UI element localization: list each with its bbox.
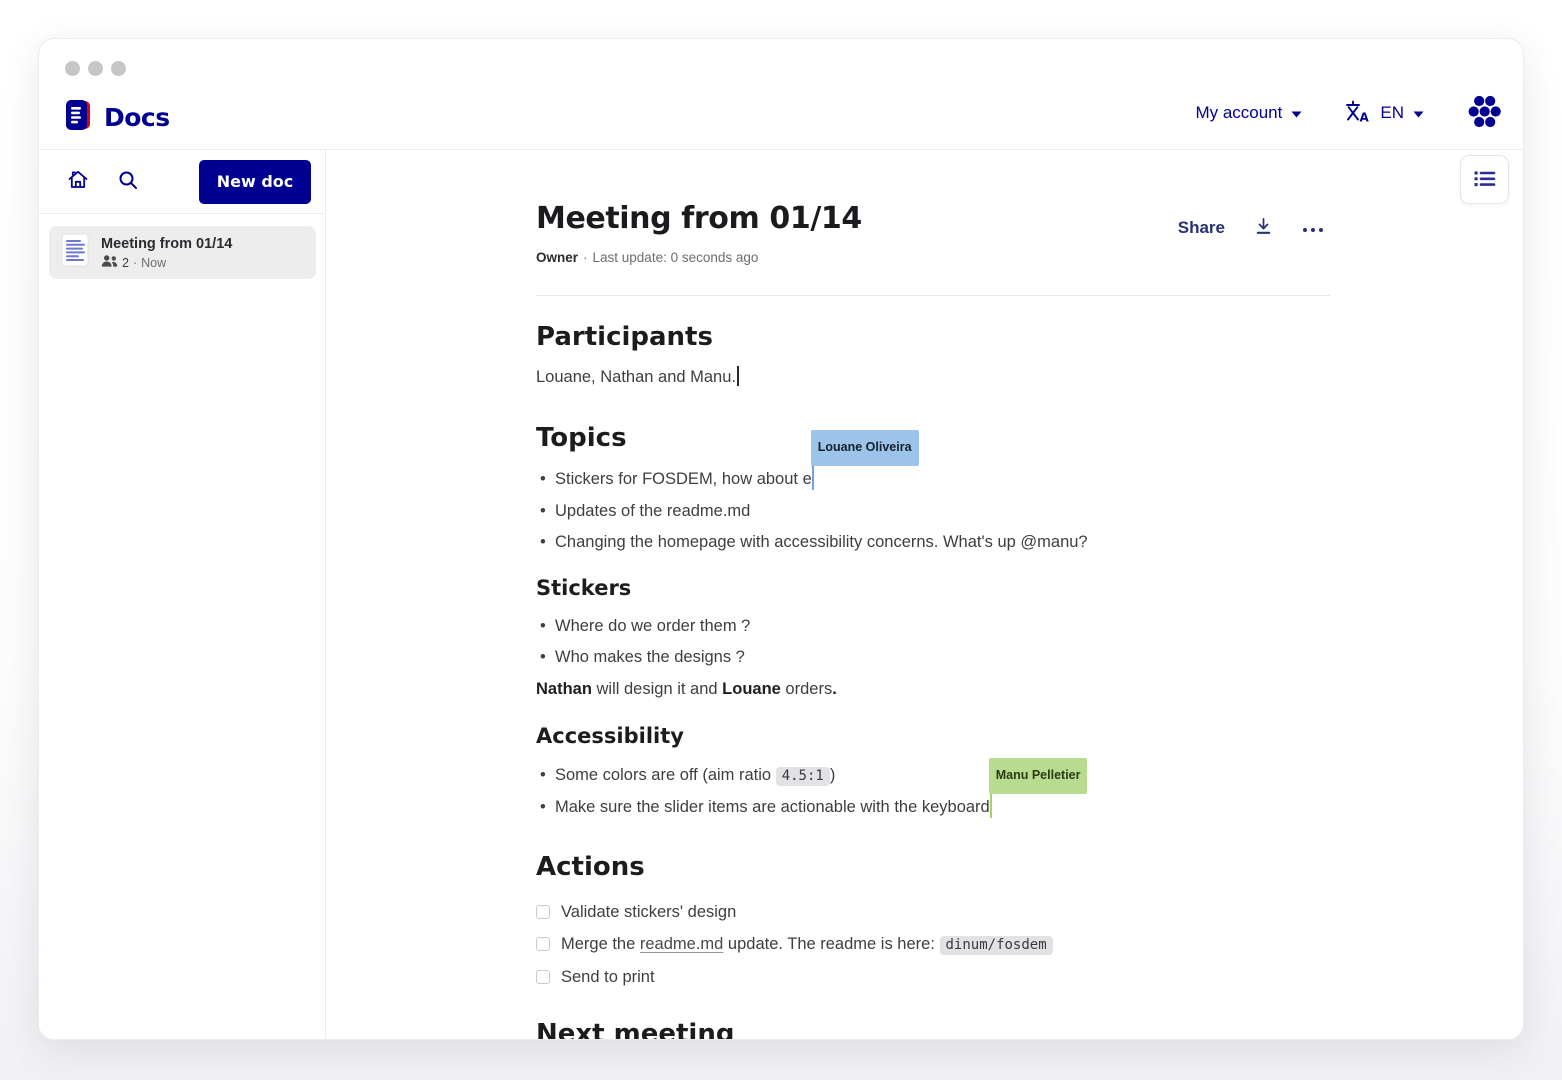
chevron-down-icon: [1413, 103, 1424, 123]
doc-item-time: Now: [141, 256, 166, 270]
members-icon: [101, 255, 118, 270]
list-item: Make sure the slider items are actionabl…: [536, 792, 1330, 824]
stickers-note: Nathan will design it and Louane orders.: [536, 676, 1330, 702]
share-button[interactable]: Share: [1178, 218, 1225, 238]
heading-accessibility: Accessibility: [536, 723, 1330, 750]
collab-cursor-manu: Manu Pelletier: [990, 793, 992, 818]
language-label: EN: [1380, 103, 1404, 123]
members-count: 2: [122, 256, 129, 270]
window-dot[interactable]: [65, 61, 80, 76]
home-button[interactable]: [63, 167, 93, 197]
header-actions: My account A EN: [1195, 93, 1503, 133]
doc-controls: Share: [1178, 216, 1330, 240]
list-item: Who makes the designs ?: [536, 642, 1330, 674]
svg-text:A: A: [1360, 110, 1370, 123]
more-options-button[interactable]: [1302, 221, 1324, 236]
document: Meeting from 01/14 Share: [536, 150, 1330, 1040]
list-item: Where do we order them ?: [536, 611, 1330, 643]
divider: [536, 295, 1330, 296]
meta-separator: ·: [583, 250, 588, 265]
heading-actions: Actions: [536, 851, 1330, 883]
collab-cursor-label: Louane Oliveira: [811, 430, 919, 467]
sidebar: New doc: [39, 150, 326, 1040]
window-dot[interactable]: [111, 61, 126, 76]
app-title: Docs: [104, 103, 170, 132]
table-of-contents-button[interactable]: [1460, 155, 1509, 204]
download-button[interactable]: [1253, 216, 1274, 240]
app-window: Docs My account A EN: [38, 38, 1524, 1040]
task-item: Validate stickers' design: [536, 896, 1330, 928]
heading-next-meeting: Next meeting: [536, 1018, 1330, 1041]
new-doc-button[interactable]: New doc: [199, 160, 311, 204]
document-file-icon: [61, 233, 89, 272]
apps-launcher-button[interactable]: [1466, 93, 1503, 133]
collab-cursor-label: Manu Pelletier: [989, 758, 1088, 795]
checkbox[interactable]: [536, 905, 550, 919]
window-dot[interactable]: [88, 61, 103, 76]
chevron-down-icon: [1291, 103, 1302, 123]
inline-code: 4.5:1: [776, 767, 830, 786]
doc-item-title: Meeting from 01/14: [101, 235, 232, 253]
window-header: Docs My account A EN: [39, 39, 1523, 149]
accessibility-list: Some colors are off (aim ratio 4.5:1) Ma…: [536, 760, 1330, 824]
editor-area: Meeting from 01/14 Share: [326, 150, 1523, 1040]
window-controls: [65, 61, 126, 76]
list-icon: [1473, 169, 1496, 191]
doc-list-item[interactable]: Meeting from 01/14 2 · Now: [49, 226, 316, 279]
doc-item-info: Meeting from 01/14 2 · Now: [101, 235, 232, 270]
stickers-list: Where do we order them ? Who makes the d…: [536, 611, 1330, 674]
inline-code: dinum/fosdem: [940, 936, 1053, 955]
meta-separator: ·: [133, 256, 137, 270]
owner-badge: Owner: [536, 250, 578, 265]
download-icon: [1253, 216, 1274, 240]
my-account-label: My account: [1195, 103, 1282, 123]
readme-link[interactable]: readme.md: [640, 935, 723, 953]
participants-text: Louane, Nathan and Manu.: [536, 365, 1330, 389]
docs-brand[interactable]: Docs: [63, 98, 170, 137]
home-icon: [66, 168, 90, 195]
topics-list: Stickers for FOSDEM, how about eLouane O…: [536, 464, 1330, 559]
last-update-text: Last update: 0 seconds ago: [593, 250, 759, 265]
heading-participants: Participants: [536, 321, 1330, 353]
doc-title: Meeting from 01/14: [536, 202, 862, 236]
list-item: Some colors are off (aim ratio 4.5:1): [536, 760, 1330, 793]
search-button[interactable]: [113, 167, 143, 197]
heading-topics: Topics: [536, 422, 1330, 454]
doc-meta: Owner · Last update: 0 seconds ago: [536, 250, 1330, 265]
checkbox[interactable]: [536, 970, 550, 984]
list-item: Stickers for FOSDEM, how about eLouane O…: [536, 464, 1330, 496]
heading-stickers: Stickers: [536, 575, 1330, 602]
task-item: Send to print: [536, 961, 1330, 993]
apps-grid-icon: [1466, 93, 1503, 133]
collab-cursor-louane: Louane Oliveira: [812, 465, 814, 490]
sidebar-toolbar: New doc: [39, 150, 325, 214]
text-cursor: [737, 366, 739, 386]
list-item: Updates of the readme.md: [536, 496, 1330, 528]
app-body: New doc: [39, 149, 1523, 1040]
list-item: Changing the homepage with accessibility…: [536, 527, 1330, 559]
checkbox[interactable]: [536, 937, 550, 951]
search-icon: [117, 169, 139, 194]
doc-title-row: Meeting from 01/14 Share: [536, 202, 1330, 240]
task-list: Validate stickers' design Merge the read…: [536, 896, 1330, 993]
language-menu[interactable]: A EN: [1344, 99, 1424, 128]
my-account-menu[interactable]: My account: [1195, 103, 1302, 123]
translate-icon: A: [1344, 99, 1371, 128]
doc-item-meta: 2 · Now: [101, 255, 232, 270]
ellipsis-icon: [1302, 221, 1324, 236]
docs-logo-icon: [63, 98, 94, 137]
task-item: Merge the readme.md update. The readme i…: [536, 928, 1330, 961]
